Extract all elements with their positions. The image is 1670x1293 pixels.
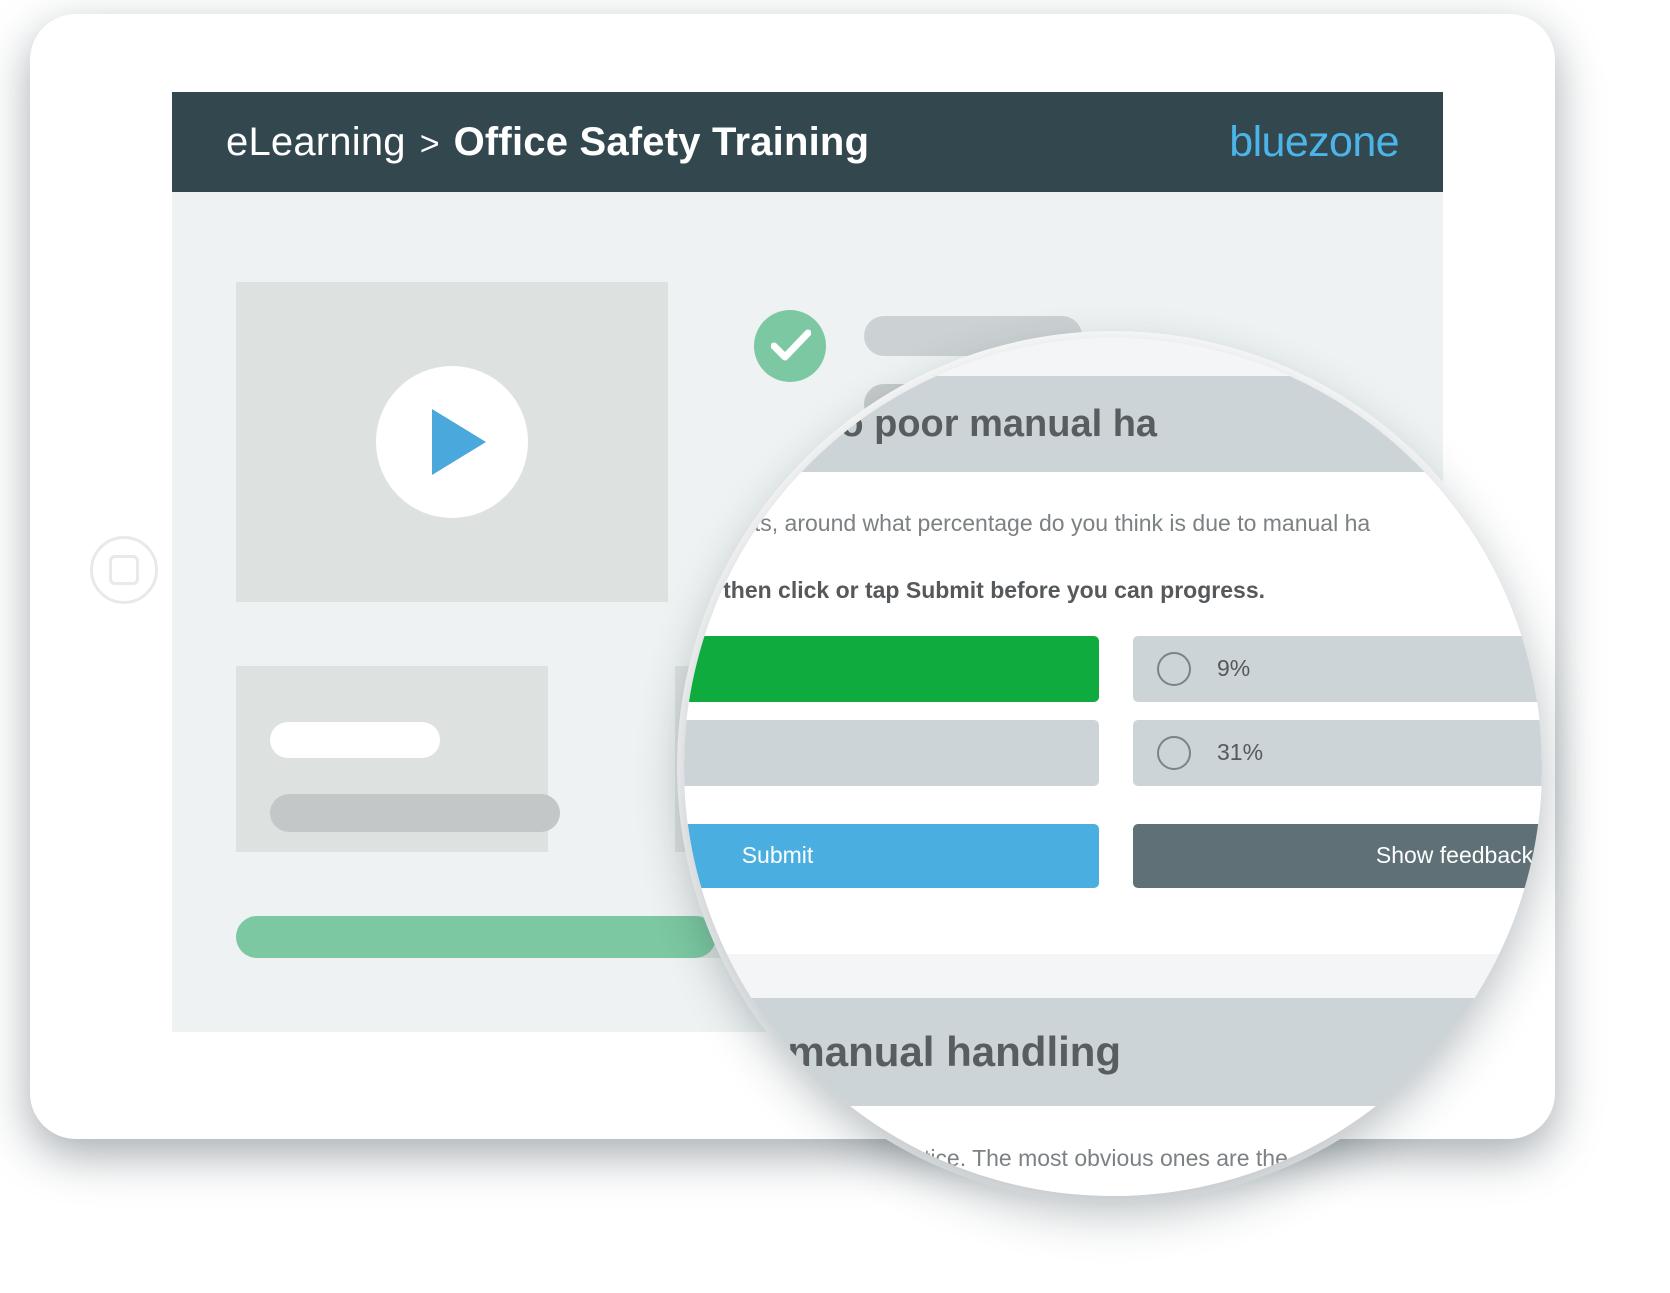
magnified-content: place accidents due to poor manual ha ll… [684,338,1542,1196]
quiz-option-4[interactable]: 31% [1133,719,1542,786]
content-block-left [236,666,560,852]
breadcrumb-current: Office Safety Training [453,119,870,164]
progress-bar [236,916,716,958]
lesson-two-title: riving forces for manual handling [684,1027,1122,1075]
skeleton-pill [270,794,560,832]
bluezone-logo: bluezone [1229,117,1399,166]
quiz-options: 41% 9% 24% 31% [684,635,1542,786]
quiz-option-label: 31% [1217,739,1264,765]
lesson-one-title: place accidents due to poor manual ha [684,402,1158,445]
breadcrumb: eLearning > Office Safety Training [226,120,869,165]
breadcrumb-separator-icon: > [419,124,440,163]
lesson-spacer [684,953,1542,998]
lesson-one-header: place accidents due to poor manual ha [684,376,1542,472]
lesson-two-paragraph: with legal requirements [684,1181,693,1196]
quiz-question: ll reported workplace accidents, around … [684,510,1371,536]
magnifier-lens: place accidents due to poor manual ha ll… [684,338,1542,1196]
tablet-home-button[interactable] [90,536,158,604]
skeleton-pill [270,722,440,758]
quiz-instruction: elect the correct option, then click or … [684,576,1265,603]
breadcrumb-root[interactable]: eLearning [226,120,406,165]
course-header-bar: eLearning > Office Safety Training bluez… [172,92,1443,192]
quiz-actions: Submit Show feedback [684,823,1542,888]
lesson-two-paragraph: e many drivers for good manual handling … [684,1144,1288,1171]
lesson-two-header: riving forces for manual handling [684,997,1542,1106]
play-triangle-icon [432,409,486,475]
lesson-two-body: e many drivers for good manual handling … [684,1105,1542,1196]
quiz-option-1[interactable]: 41% [684,635,1099,702]
lesson-spacer [684,913,1542,954]
lesson-spacer [684,338,1542,376]
screenshot-stage: eLearning > Office Safety Training bluez… [0,0,1670,1293]
radio-icon [1157,651,1191,686]
quiz-option-label: 9% [1217,655,1251,681]
radio-icon [1157,735,1191,770]
quiz-option-2[interactable]: 9% [1133,635,1542,702]
quiz-option-3[interactable]: 24% [684,719,1099,786]
video-placeholder[interactable] [236,282,668,602]
show-feedback-button[interactable]: Show feedback [1133,823,1542,888]
play-icon[interactable] [376,366,528,518]
submit-button[interactable]: Submit [684,823,1099,888]
lesson-one-body: ll reported workplace accidents, around … [684,472,1542,914]
